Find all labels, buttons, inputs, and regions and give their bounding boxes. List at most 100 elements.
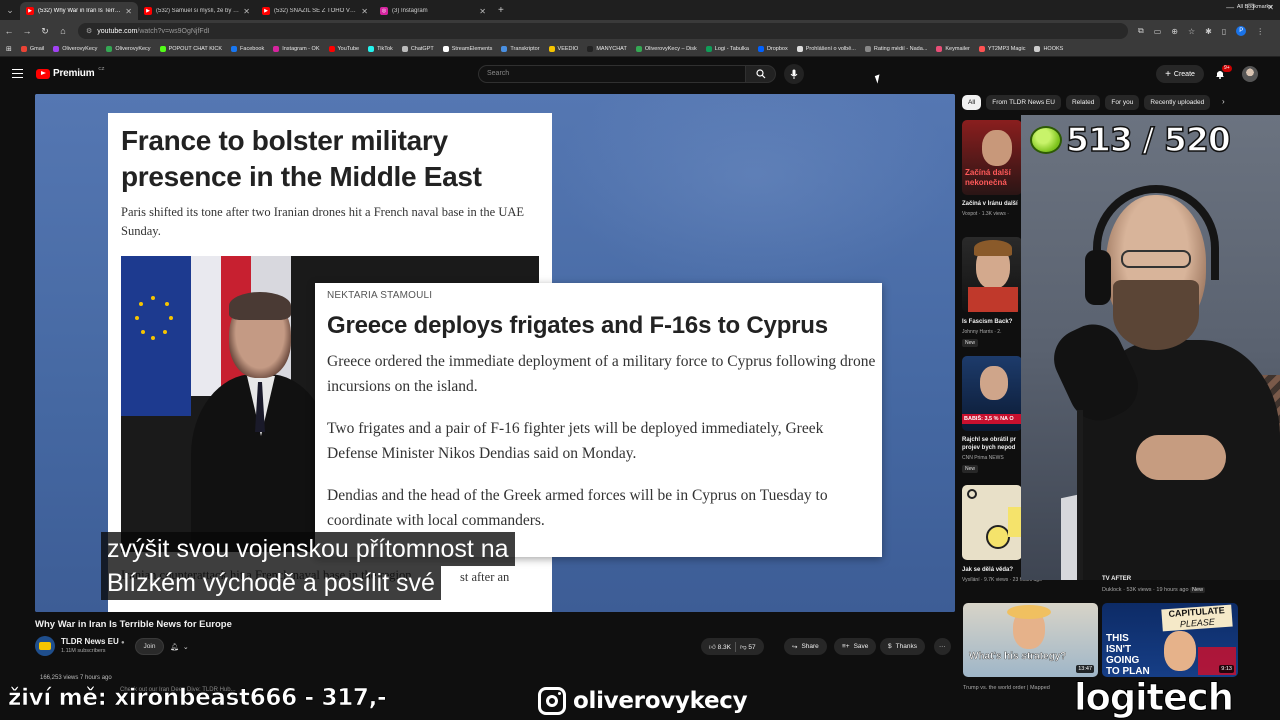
zoom-icon[interactable]: ⊕ [1171,27,1178,36]
bookmark-item[interactable]: POPOUT CHAT KICK [159,46,223,52]
flag-star [163,330,167,334]
chip-from-channel[interactable]: From TLDR News EU [986,94,1061,110]
rec-partial-title[interactable]: TV AFTER [1102,576,1131,582]
bookmark-item[interactable]: Gmail [20,46,44,52]
profile-avatar[interactable]: P [1236,26,1247,36]
bookmark-star-icon[interactable]: ☆ [1188,27,1195,36]
sidebar-icon[interactable]: ▯ [1222,27,1226,36]
translate-icon[interactable]: ⧉ [1138,26,1144,36]
voice-search-button[interactable] [784,64,804,84]
bookmark-item[interactable]: Prohlášení o volbě... [796,46,856,52]
dislike-button[interactable]: 👎︎ 57 [740,643,756,651]
tab-title: (532) Samuel si myslí, že by Erik [156,8,240,14]
bookmark-item[interactable]: OliverovyKecy [53,46,97,52]
search-input[interactable]: Search [478,65,746,83]
rec-title-2[interactable]: Is Fascism Back? [962,318,1022,326]
rec-thumbnail-1[interactable]: Začíná další nekonečná [962,120,1022,195]
reload-icon[interactable]: ↻ [36,26,54,37]
rec-title-3[interactable]: Rajchl se obrátil pr [962,436,1022,444]
rec-thumbnail-mapped[interactable]: What's his strategy? 13:47 [963,603,1098,677]
streamer-hand [1136,435,1226,480]
subscribe-bell-button[interactable]: 🔔︎ ⌄ [170,638,200,655]
bookmark-label: POPOUT CHAT KICK [168,46,223,52]
rec-thumbnail-4[interactable] [962,485,1022,560]
tab-search-dropdown[interactable]: ⌄ [0,0,20,20]
cast-icon[interactable]: ▭ [1154,27,1162,36]
bookmark-item[interactable]: Logi - Tabulka [705,46,749,52]
bookmark-item[interactable]: TikTok [368,46,393,52]
all-bookmarks-link[interactable]: All Bookmarks [1237,4,1272,10]
close-tab-icon[interactable]: ✕ [361,7,368,16]
url-input[interactable]: ⚙ youtube.com/watch?v=ws9OgNjfFdI [78,23,1128,39]
join-button[interactable]: Join [135,638,164,655]
thanks-button[interactable]: $ Thanks [880,638,925,655]
new-tab-button[interactable]: + [492,5,510,16]
close-tab-icon[interactable]: ✕ [479,7,486,16]
browser-tab-2[interactable]: ▶ (532) Samuel si myslí, že by Erik ✕ [138,2,256,20]
rec-thumbnail-3[interactable]: BABIŠ: 3,5 % NA O [962,356,1022,431]
bookmark-item[interactable]: Rating médií - Nada... [864,46,927,52]
video-player[interactable]: France to bolster military presence in t… [35,94,955,612]
channel-name[interactable]: TLDR News EU ● [61,637,125,646]
bookmark-item[interactable]: YT2MP3 Magic [978,46,1025,52]
rec-thumbnail-2[interactable] [962,237,1022,312]
bookmark-item[interactable]: HOOKS [1034,46,1063,52]
chip-all[interactable]: All [962,94,982,110]
bookmark-item[interactable]: OliverovyKecy – Disk [635,46,697,52]
bookmark-item[interactable]: Transkriptor [501,46,540,52]
save-button[interactable]: ≡+ Save [834,638,877,655]
chevron-right-icon[interactable]: › [1222,97,1225,106]
account-avatar[interactable] [1242,66,1258,82]
browser-menu-icon[interactable]: ⋮ [1256,27,1264,36]
chip-for-you[interactable]: For you [1105,94,1140,110]
subscriber-count: 1.11M subscribers [61,648,106,654]
hamburger-menu-icon[interactable] [12,69,23,78]
youtube-premium-logo[interactable]: Premium CZ [36,66,104,79]
rec-title-1[interactable]: Začíná v Íránu další [962,200,1022,208]
bookmark-item[interactable]: Instagram - OK [273,46,320,52]
back-icon[interactable]: ← [0,26,18,36]
forward-icon[interactable]: → [18,26,36,36]
chip-recently-uploaded[interactable]: Recently uploaded [1144,94,1211,110]
browser-tab-1[interactable]: ▶ (532) Why War in Iran Is Terrible ✕ [20,2,138,20]
share-label: Share [801,643,819,650]
apps-grid-icon[interactable]: ⊞ [6,45,12,53]
bookmark-item[interactable]: Keymailer [936,46,970,52]
bookmark-item[interactable]: StreamElements [442,46,492,52]
bookmark-item[interactable]: ChatGPT [401,46,434,52]
more-actions-button[interactable]: ··· [934,638,951,655]
bookmark-label: Logi - Tabulka [714,46,749,52]
bookmark-item[interactable]: MANYCHAT [587,46,627,52]
channel-name-text: TLDR News EU [61,637,119,646]
share-button[interactable]: ↪ Share [784,638,827,655]
address-bar-row: ← → ↻ ⌂ ⚙ youtube.com/watch?v=ws9OgNjfFd… [0,20,1280,42]
home-icon[interactable]: ⌂ [54,26,72,36]
bookmark-item[interactable]: Dropbox [757,46,788,52]
bookmark-item[interactable]: VEEDIO [548,46,578,52]
browser-tab-3[interactable]: ▶ (532) SNAŽIL SE Z TOHO VYBR ✕ [256,2,374,20]
close-tab-icon[interactable]: ✕ [243,7,250,16]
search-button[interactable] [746,65,776,83]
channel-avatar[interactable] [35,636,55,656]
rec-thumbnail-capitulate[interactable]: CAPITULATE PLEASE THIS ISN'T GOING TO PL… [1102,603,1238,677]
chip-related[interactable]: Related [1065,94,1101,110]
rec-title-3-line2[interactable]: projev bych nepod [962,444,1022,452]
close-tab-icon[interactable]: ✕ [125,7,132,16]
bookmark-item[interactable]: Facebook [231,46,264,52]
extensions-icon[interactable]: ✱ [1205,27,1212,36]
site-info-icon[interactable]: ⚙ [86,27,92,35]
share-icon: ↪ [792,643,798,651]
youtube-play-icon [36,68,50,79]
rec-title-4[interactable]: Jak se dělá věda? [962,566,1022,574]
like-button[interactable]: 👍︎ 8.3K [709,643,731,651]
bookmark-item[interactable]: OliverovyKecy [106,46,151,52]
bookmark-label: OliverovyKecy – Disk [644,46,697,52]
create-label: Create [1173,70,1195,78]
minimize-icon[interactable]: — [1226,3,1234,12]
browser-tab-4[interactable]: ◎ (3) Instagram ✕ [374,2,492,20]
bookmark-favicon-icon [501,46,508,52]
thumbnail-text: Začíná další nekonečná [965,168,1011,187]
create-button[interactable]: + Create [1156,65,1204,83]
bookmark-item[interactable]: YouTube [328,46,359,52]
thumbnail-face [980,366,1008,400]
